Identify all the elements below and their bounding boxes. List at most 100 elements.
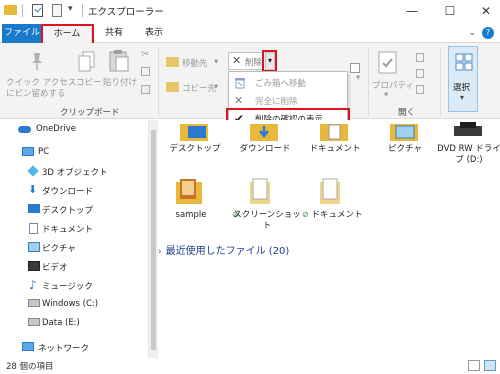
nav-item-downloads[interactable]: ⬇ ダウンロード: [0, 181, 148, 201]
properties-chevron-icon[interactable]: ▾: [384, 90, 388, 100]
nav-item-desktop[interactable]: デスクトップ: [0, 200, 148, 220]
desktop-icon: [28, 204, 40, 213]
item-count: 28 個の項目: [6, 362, 54, 372]
menu-item-recycle[interactable]: ごみ箱へ移動: [229, 74, 347, 92]
new-folder-quick-icon[interactable]: [52, 4, 62, 17]
tab-file[interactable]: ファイル: [2, 24, 42, 43]
item-label: ダウンロード: [239, 144, 291, 154]
folder-downloads[interactable]: ダウンロード: [230, 120, 300, 168]
music-note-icon: ♪: [29, 278, 37, 292]
folder-pictures[interactable]: ピクチャ: [370, 120, 440, 168]
nav-item-pictures[interactable]: ピクチャ: [0, 238, 148, 258]
cut-icon[interactable]: ✂: [141, 49, 149, 60]
nav-item-network[interactable]: ネットワーク: [0, 338, 148, 358]
move-to-chevron-icon[interactable]: ▾: [214, 57, 218, 67]
nav-item-label: デスクトップ: [42, 206, 94, 216]
move-to-icon[interactable]: [166, 57, 179, 67]
copy-to-chevron-icon[interactable]: ▾: [214, 82, 218, 92]
properties-quick-icon[interactable]: [32, 4, 43, 17]
folder-documents-2[interactable]: ⊘ ドキュメント: [296, 176, 366, 236]
folder-desktop[interactable]: デスクトップ: [160, 120, 230, 168]
item-label: デスクトップ: [169, 144, 221, 154]
item-label: スクリーンショット: [233, 210, 301, 231]
screenshot-folder-icon: [250, 178, 270, 204]
menu-item-permanent-delete[interactable]: ✕ 完全に削除: [229, 92, 347, 110]
select-label: 選択: [453, 83, 471, 93]
recent-files-header[interactable]: › 最近使用したファイル (20): [158, 242, 289, 257]
title-bar: ▾ エクスプローラー — ☐ ✕: [0, 0, 500, 24]
history-icon[interactable]: [416, 85, 424, 94]
drive-icon: [28, 299, 40, 307]
select-grid-icon: [455, 53, 473, 71]
properties-icon[interactable]: [378, 51, 398, 78]
item-label: sample: [175, 210, 207, 220]
toolbar-separator: [22, 4, 23, 17]
nav-item-label: ピクチャ: [42, 244, 76, 254]
tab-home[interactable]: ホーム: [42, 24, 92, 43]
edit-icon[interactable]: [416, 69, 424, 78]
large-icons-view-icon[interactable]: [484, 360, 496, 371]
nav-item-label: OneDrive: [36, 124, 76, 134]
onedrive-icon: [18, 126, 31, 133]
copy-to-label[interactable]: コピー先: [182, 82, 216, 94]
nav-item-label: Windows (C:): [42, 299, 99, 309]
ribbon-collapse-icon[interactable]: ⌄: [468, 28, 476, 38]
nav-item-data-drive[interactable]: Data (E:): [0, 314, 148, 334]
minimize-button[interactable]: —: [402, 3, 422, 19]
copy-icon[interactable]: [78, 51, 96, 76]
picture-icon: [28, 242, 40, 252]
rename-icon[interactable]: [350, 63, 360, 73]
nav-item-pc[interactable]: PC: [0, 143, 148, 163]
group-open: 開く: [398, 108, 416, 118]
move-to-label[interactable]: 移動先: [182, 57, 208, 69]
folder-sample[interactable]: sample: [156, 176, 226, 228]
maximize-button[interactable]: ☐: [440, 3, 460, 19]
paste-label[interactable]: 貼り付け: [103, 76, 137, 88]
nav-item-label: ネットワーク: [38, 344, 90, 354]
tab-share[interactable]: 共有: [96, 24, 132, 43]
folder-screenshots[interactable]: ⊘ スクリーンショット: [226, 176, 301, 236]
paste-icon[interactable]: [108, 49, 130, 76]
customize-quick-access-icon[interactable]: ▾: [68, 4, 73, 14]
nav-item-label: ミュージック: [42, 282, 93, 292]
properties-label[interactable]: プロパティ: [372, 79, 414, 91]
copy-to-icon[interactable]: [166, 82, 179, 92]
select-button[interactable]: 選択 ▾: [448, 46, 478, 112]
nav-item-windows-drive[interactable]: Windows (C:): [0, 295, 148, 315]
close-button[interactable]: ✕: [476, 3, 496, 19]
copy-path-icon[interactable]: [141, 67, 150, 76]
copy-label[interactable]: コピー: [76, 76, 102, 88]
dvd-drive-icon: [454, 122, 482, 136]
menu-item-label: ごみ箱へ移動: [255, 79, 307, 89]
folder-documents[interactable]: ドキュメント: [300, 120, 370, 168]
content-pane: デスクトップ ダウンロード ドキュメント ピクチャ DVD RW ドライブ (D…: [158, 120, 500, 358]
details-view-icon[interactable]: [468, 360, 480, 371]
download-arrow-icon: ⬇: [28, 183, 38, 196]
pin-label-2[interactable]: にピン留めする: [6, 87, 66, 99]
tab-view[interactable]: 表示: [136, 24, 172, 43]
nav-scrollbar-thumb[interactable]: [151, 130, 156, 350]
open-icon[interactable]: [416, 53, 424, 62]
video-icon: [28, 261, 40, 271]
help-icon[interactable]: ?: [482, 27, 494, 39]
nav-item-3d-objects[interactable]: 3D オブジェクト: [0, 162, 148, 182]
delete-x-icon: ✕: [234, 94, 244, 107]
delete-dropdown-chevron-icon[interactable]: ▾: [265, 52, 275, 70]
window-title: エクスプローラー: [88, 7, 164, 18]
nav-item-videos[interactable]: ビデオ: [0, 257, 148, 277]
navigation-pane: OneDrive PC 3D オブジェクト ⬇ ダウンロード デスクトップ ドキ…: [0, 120, 148, 358]
delete-label: 削除: [245, 58, 263, 68]
drive-icon: [28, 318, 40, 326]
pin-icon[interactable]: [28, 51, 46, 74]
documents-folder-icon: [320, 124, 348, 141]
3d-objects-icon: [27, 165, 39, 177]
nav-scrollbar[interactable]: [148, 120, 158, 358]
delete-button[interactable]: ✕ 削除: [228, 52, 264, 70]
paste-shortcut-icon[interactable]: [141, 85, 150, 94]
nav-item-onedrive[interactable]: OneDrive: [0, 120, 148, 140]
nav-item-label: PC: [38, 147, 50, 157]
rename-chevron-icon[interactable]: ▾: [356, 73, 360, 83]
nav-item-music[interactable]: ♪ ミュージック: [0, 276, 148, 296]
drive-dvd[interactable]: DVD RW ドライブ (D:): [434, 120, 500, 180]
nav-item-documents[interactable]: ドキュメント: [0, 219, 148, 239]
